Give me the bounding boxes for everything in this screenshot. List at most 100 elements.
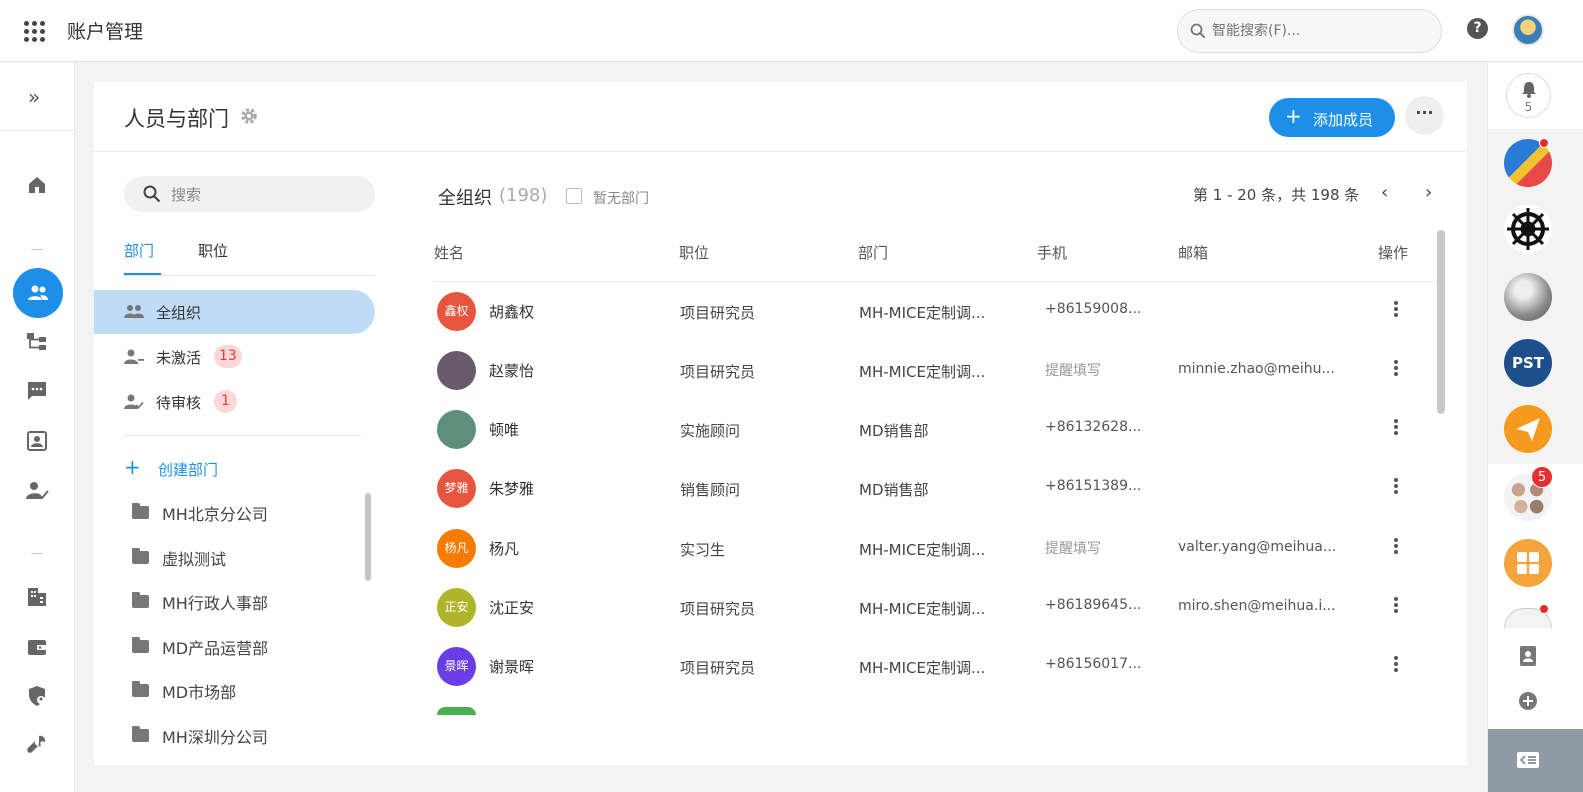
rail-app-grid[interactable] [1504,539,1552,587]
org-item-label: 全组织 [156,304,202,322]
member-phone: 提醒填写 [1045,363,1101,379]
folder-icon [132,726,149,742]
table-row[interactable]: 鑫权 胡鑫权 项目研究员 MH-MICE定制调... +86159008... [434,282,1436,341]
table-row[interactable]: 梦雅 朱梦雅 销售顾问 MD销售部 +86151389... [434,459,1436,518]
active-tab-indicator [124,273,161,275]
table-row[interactable]: 景晖 谢景晖 项目研究员 MH-MICE定制调... +86156017... [434,637,1436,696]
nav-people-active[interactable] [13,268,63,318]
rail-app-helm[interactable] [1504,205,1552,253]
global-search[interactable] [1177,9,1442,53]
org-chart-icon[interactable] [25,330,49,354]
member-position: 实施顾问 [680,422,741,440]
apps-grid-icon[interactable] [24,21,46,43]
row-actions-icon[interactable] [1392,301,1400,319]
home-icon[interactable] [25,173,49,197]
member-position: 项目研究员 [680,659,756,677]
member-name[interactable]: 谢景晖 [489,656,534,677]
global-search-input[interactable] [1212,21,1432,41]
help-icon[interactable]: ? [1467,18,1488,39]
department-label: MD产品运营部 [162,639,269,658]
member-name[interactable]: 胡鑫权 [489,301,534,322]
member-phone: +86132628... [1045,419,1142,435]
chevron-left-icon[interactable]: ‹ [1381,182,1388,203]
column-header-name[interactable]: 姓名 [434,242,464,263]
wrench-icon[interactable] [25,733,49,757]
org-item-pending[interactable]: 待审核 1 [94,380,375,424]
member-position: 销售顾问 [680,481,741,499]
table-row[interactable]: 赵蒙怡 项目研究员 MH-MICE定制调... 提醒填写 minnie.zhao@mei… [434,341,1436,400]
right-rail: 5 PST 5 [1487,63,1583,792]
plus-icon: + [1285,104,1302,128]
member-name[interactable]: 顿唯 [489,419,519,440]
column-header-department[interactable]: 部门 [858,242,888,263]
dept-search-input[interactable]: 搜索 [124,176,375,212]
row-actions-icon[interactable] [1392,478,1400,496]
no-dept-checkbox[interactable] [566,188,582,204]
notification-button[interactable]: 5 [1506,73,1551,118]
row-actions-icon[interactable] [1392,656,1400,674]
department-item[interactable]: 虚拟测试 [132,545,362,575]
row-actions-icon[interactable] [1392,419,1400,437]
chevron-right-icon[interactable]: › [1425,182,1432,203]
department-item[interactable]: MH深圳分公司 [132,723,362,753]
settings-gear-icon[interactable] [240,107,258,125]
folder-icon [132,637,149,653]
table-row[interactable]: 正安 沈正安 项目研究员 MH-MICE定制调... +86189645... miro.… [434,578,1436,637]
ship-wheel-icon [1507,208,1549,250]
message-icon[interactable] [25,379,49,403]
org-item-inactive[interactable]: 未激活 13 [94,335,375,379]
folder-icon [132,548,149,564]
member-name[interactable]: 杨凡 [489,538,519,559]
list-scrollbar[interactable] [1437,230,1445,414]
tab-positions[interactable]: 职位 [198,240,228,261]
org-item-all[interactable]: 全组织 [94,290,375,334]
table-row[interactable]: 杨凡 杨凡 实习生 MH-MICE定制调... 提醒填写 valter.yang@meih… [434,519,1436,578]
rail-app-apple[interactable] [1504,273,1552,321]
department-label: MD市场部 [162,683,237,702]
expand-sidebar-icon[interactable]: » [28,85,40,109]
dept-scrollbar[interactable] [365,493,371,581]
rail-app-pst[interactable]: PST [1504,339,1552,387]
member-position: 项目研究员 [680,363,756,381]
building-icon[interactable] [25,585,49,609]
department-item[interactable]: MD产品运营部 [132,634,362,664]
member-email: miro.shen@meihua.i... [1178,598,1336,614]
org-item-label: 待审核 [156,394,202,412]
main-card: 人员与部门 + 添加成员 ··· 搜索 部门 职位 全组织 未激活 13 待审核… [94,82,1467,765]
tab-departments[interactable]: 部门 [124,240,154,261]
contacts-book-icon[interactable] [1518,645,1538,667]
row-actions-icon[interactable] [1392,360,1400,378]
people-icon [28,285,48,300]
wallet-icon[interactable] [25,635,49,659]
add-circle-icon[interactable] [1518,691,1538,711]
user-check-icon[interactable] [25,479,49,503]
avatar: 杨凡 [437,529,476,568]
avatar: 正安 [437,588,476,627]
member-department: MH-MICE定制调... [859,541,986,559]
add-member-button[interactable]: + 添加成员 [1269,98,1395,137]
card-header: 人员与部门 + 添加成员 ··· [94,82,1467,152]
user-minus-icon [124,349,144,364]
contact-card-icon[interactable] [25,429,49,453]
shield-user-icon[interactable] [25,684,49,708]
table-row[interactable]: 顿唯 实施顾问 MD销售部 +86132628... [434,400,1436,459]
department-item[interactable]: MH行政人事部 [132,589,362,619]
row-actions-icon[interactable] [1392,538,1400,556]
rail-app-send[interactable] [1504,405,1552,453]
group-icon [124,305,144,318]
member-department: MH-MICE定制调... [859,659,986,677]
member-name[interactable]: 沈正安 [489,597,534,618]
more-options-button[interactable]: ··· [1405,96,1444,135]
column-header-position[interactable]: 职位 [679,242,709,263]
column-header-phone[interactable]: 手机 [1037,242,1067,263]
department-item[interactable]: MD市场部 [132,678,362,708]
user-avatar[interactable] [1512,14,1544,46]
bell-icon [1522,82,1536,98]
notification-count: 5 [1524,100,1533,114]
member-name[interactable]: 赵蒙怡 [489,360,534,381]
column-header-email[interactable]: 邮箱 [1178,242,1208,263]
row-actions-icon[interactable] [1392,597,1400,615]
member-name[interactable]: 朱梦雅 [489,478,534,499]
department-item[interactable]: MH北京分公司 [132,500,362,530]
rail-collapse-button[interactable] [1488,729,1583,792]
